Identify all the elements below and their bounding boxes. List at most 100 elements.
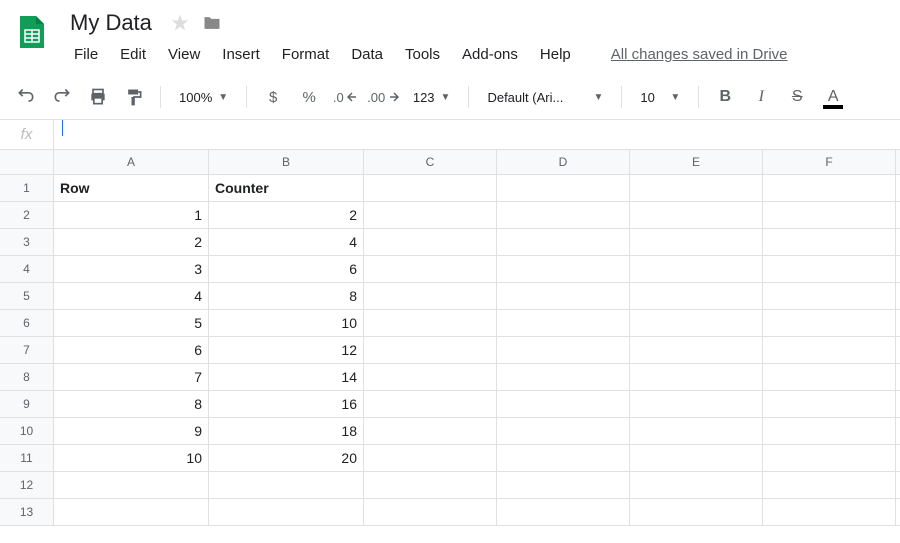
menu-file[interactable]: File (64, 42, 108, 67)
column-header-C[interactable]: C (364, 150, 497, 175)
cell[interactable]: 9 (54, 418, 209, 445)
cell[interactable] (763, 499, 896, 526)
cell[interactable]: 1 (54, 202, 209, 229)
cell[interactable]: 18 (209, 418, 364, 445)
cell[interactable] (630, 472, 763, 499)
cell[interactable] (630, 364, 763, 391)
cell[interactable] (364, 202, 497, 229)
cell[interactable] (364, 283, 497, 310)
cell[interactable] (497, 310, 630, 337)
cell[interactable] (497, 175, 630, 202)
cell[interactable] (896, 283, 900, 310)
cell[interactable]: 8 (54, 391, 209, 418)
cell[interactable] (763, 364, 896, 391)
cell[interactable] (630, 175, 763, 202)
strikethrough-button[interactable]: S (783, 83, 811, 111)
column-header-E[interactable]: E (630, 150, 763, 175)
cell[interactable] (364, 499, 497, 526)
cell[interactable] (364, 445, 497, 472)
italic-button[interactable]: I (747, 83, 775, 111)
cell[interactable] (497, 256, 630, 283)
cell[interactable] (209, 472, 364, 499)
row-header-12[interactable]: 12 (0, 472, 54, 499)
cell[interactable] (630, 337, 763, 364)
font-family-select[interactable]: Default (Ari... ▼ (481, 83, 609, 111)
decrease-decimal-button[interactable]: .0 (331, 83, 359, 111)
select-all-corner[interactable] (0, 150, 54, 175)
cell[interactable] (896, 310, 900, 337)
cell[interactable]: 3 (54, 256, 209, 283)
cell[interactable] (497, 229, 630, 256)
cell[interactable] (896, 445, 900, 472)
cell[interactable]: 8 (209, 283, 364, 310)
cell[interactable] (896, 256, 900, 283)
cell[interactable] (763, 283, 896, 310)
cell[interactable]: 2 (54, 229, 209, 256)
row-header-11[interactable]: 11 (0, 445, 54, 472)
number-format-select[interactable]: 123 ▼ (407, 83, 457, 111)
save-status[interactable]: All changes saved in Drive (611, 46, 788, 63)
menu-format[interactable]: Format (272, 42, 340, 67)
cell[interactable] (497, 418, 630, 445)
cell[interactable] (763, 229, 896, 256)
cell[interactable] (763, 337, 896, 364)
sheets-logo[interactable] (12, 12, 52, 52)
formula-input[interactable] (54, 120, 900, 149)
row-header-10[interactable]: 10 (0, 418, 54, 445)
menu-tools[interactable]: Tools (395, 42, 450, 67)
cell[interactable] (763, 472, 896, 499)
cell[interactable] (763, 418, 896, 445)
redo-button[interactable] (48, 83, 76, 111)
cell[interactable] (364, 310, 497, 337)
cell[interactable]: 12 (209, 337, 364, 364)
cell[interactable] (497, 499, 630, 526)
row-header-3[interactable]: 3 (0, 229, 54, 256)
cell[interactable] (364, 364, 497, 391)
cell[interactable] (497, 202, 630, 229)
increase-decimal-button[interactable]: .00 (367, 83, 399, 111)
row-header-1[interactable]: 1 (0, 175, 54, 202)
cell[interactable] (896, 472, 900, 499)
cell[interactable] (630, 229, 763, 256)
print-button[interactable] (84, 83, 112, 111)
cell[interactable] (763, 256, 896, 283)
cell[interactable]: Row (54, 175, 209, 202)
menu-addons[interactable]: Add-ons (452, 42, 528, 67)
cell[interactable] (763, 310, 896, 337)
text-color-button[interactable]: A (819, 83, 847, 111)
cell[interactable] (630, 310, 763, 337)
cell[interactable] (896, 364, 900, 391)
cell[interactable] (630, 202, 763, 229)
column-header-A[interactable]: A (54, 150, 209, 175)
cell[interactable]: Counter (209, 175, 364, 202)
currency-button[interactable]: $ (259, 83, 287, 111)
bold-button[interactable]: B (711, 83, 739, 111)
cell[interactable] (896, 337, 900, 364)
cell[interactable]: 14 (209, 364, 364, 391)
cell[interactable]: 4 (209, 229, 364, 256)
cell[interactable] (896, 499, 900, 526)
cell[interactable]: 2 (209, 202, 364, 229)
cell[interactable] (896, 202, 900, 229)
paint-format-button[interactable] (120, 83, 148, 111)
cell[interactable] (497, 364, 630, 391)
cell[interactable]: 20 (209, 445, 364, 472)
row-header-5[interactable]: 5 (0, 283, 54, 310)
cell[interactable] (630, 445, 763, 472)
cell[interactable] (364, 337, 497, 364)
cell[interactable] (763, 175, 896, 202)
font-size-select[interactable]: 10 ▼ (634, 83, 686, 111)
percent-button[interactable]: % (295, 83, 323, 111)
row-header-8[interactable]: 8 (0, 364, 54, 391)
cell[interactable] (630, 256, 763, 283)
document-title[interactable]: My Data (64, 8, 158, 38)
cell[interactable] (630, 283, 763, 310)
cell[interactable] (630, 499, 763, 526)
cell[interactable] (54, 472, 209, 499)
cell[interactable] (763, 202, 896, 229)
cell[interactable] (364, 472, 497, 499)
cell[interactable] (497, 283, 630, 310)
cell[interactable]: 10 (209, 310, 364, 337)
cell[interactable] (364, 391, 497, 418)
cell[interactable]: 10 (54, 445, 209, 472)
